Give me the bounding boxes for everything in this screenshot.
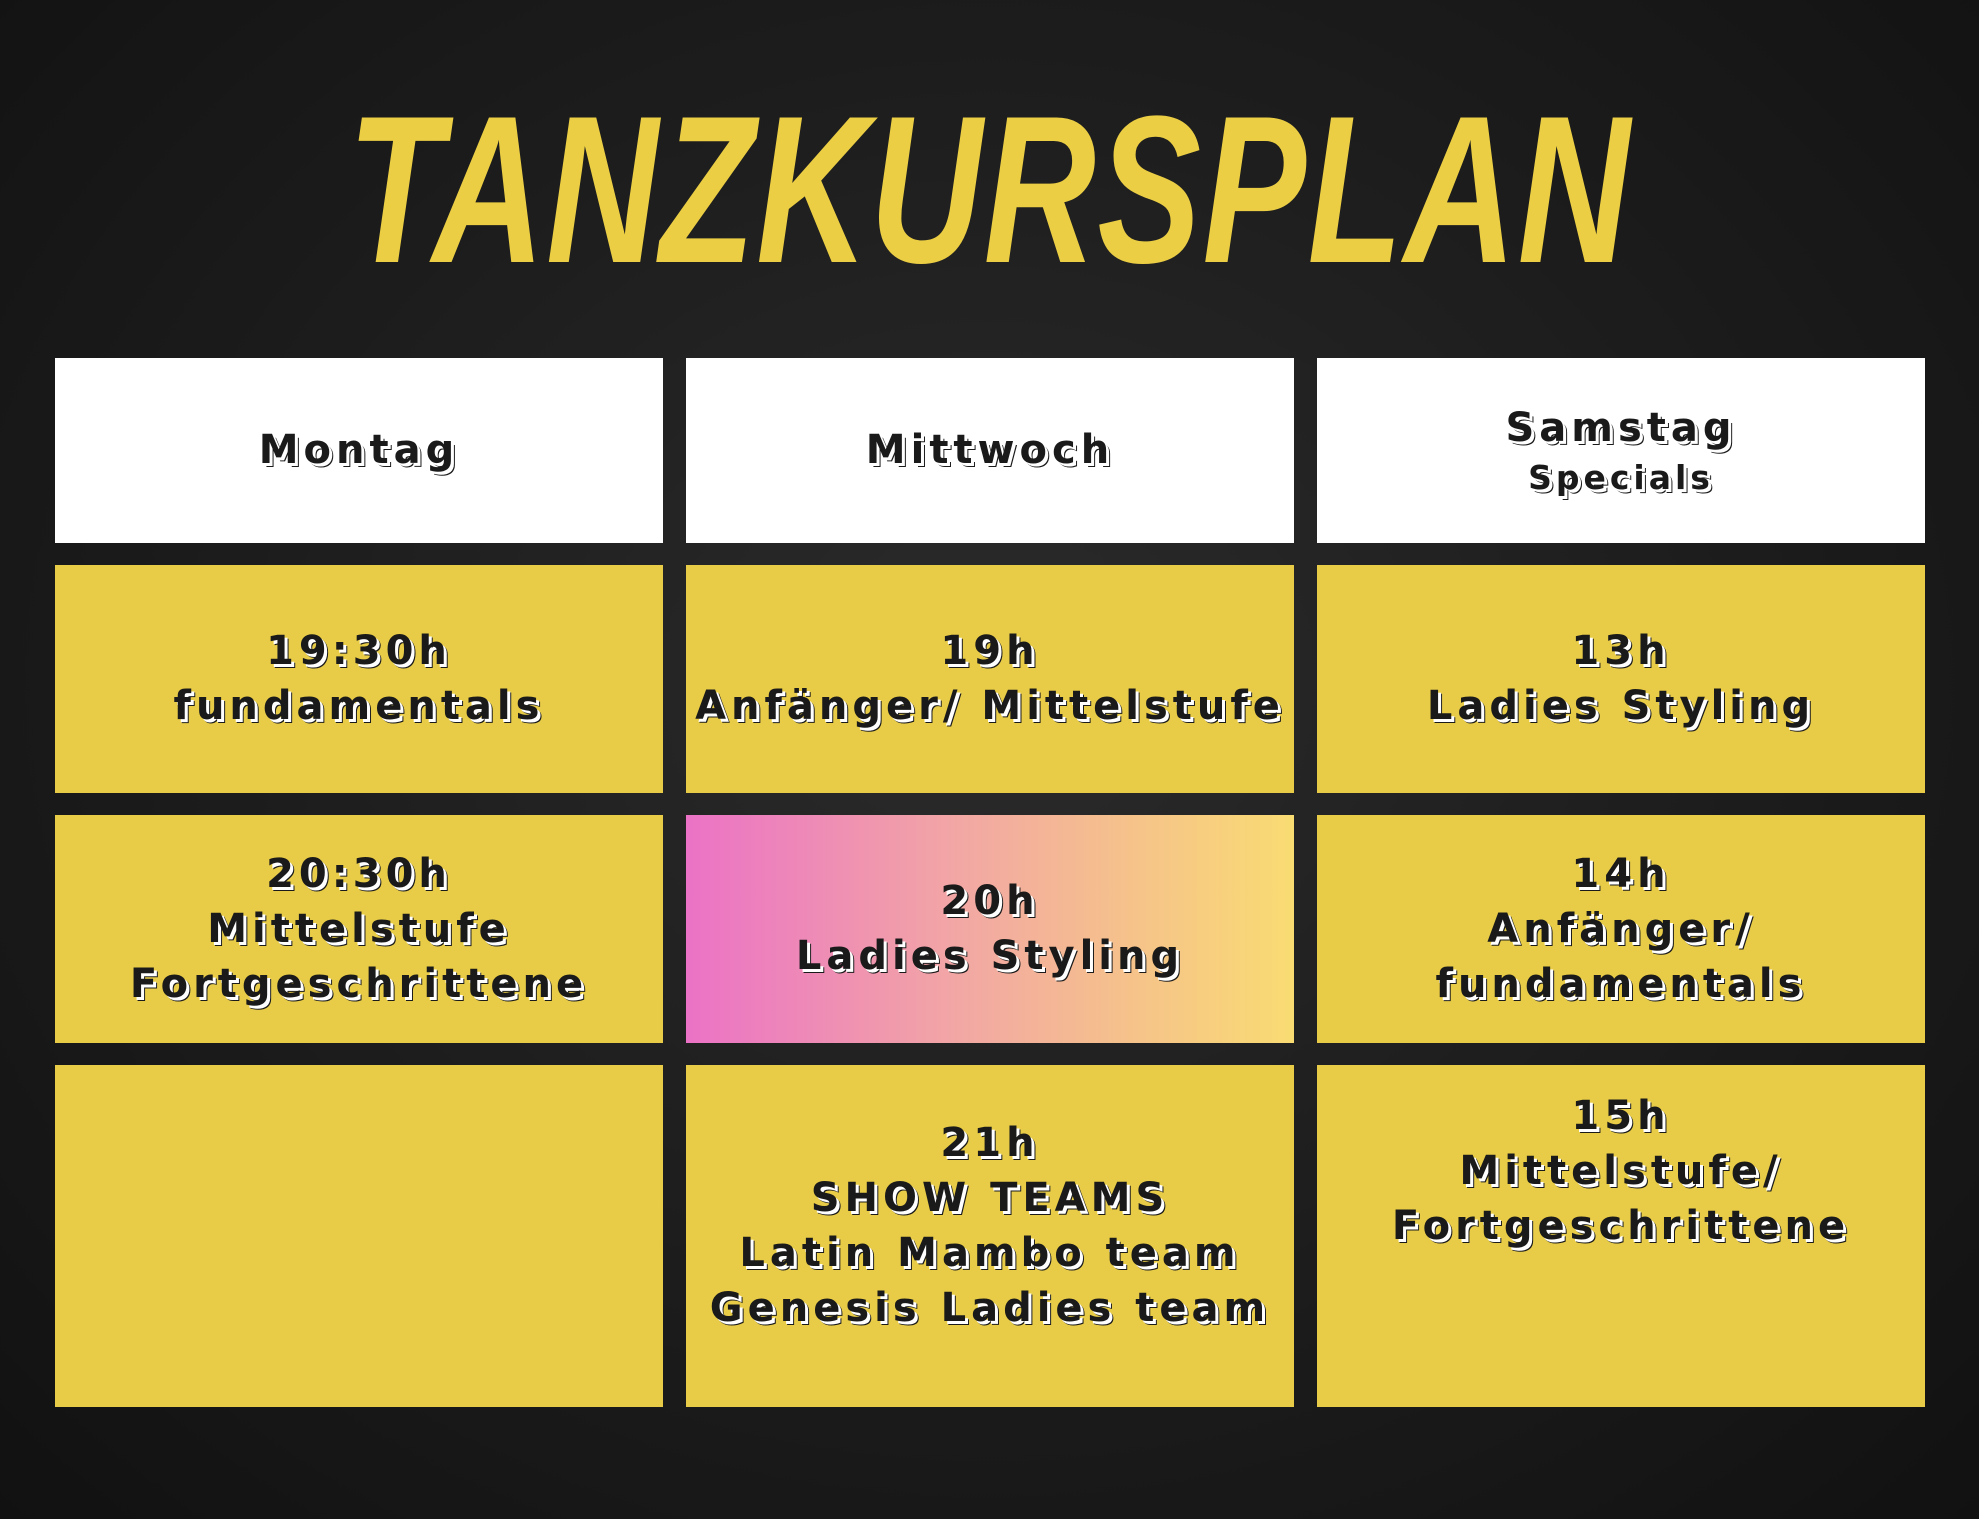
slot-course: Mittelstufe/ [1459, 1147, 1783, 1194]
samstag-slot-3: 15h Mittelstufe/ Fortgeschrittene [1317, 1065, 1925, 1407]
mittwoch-slot-3: 21h SHOW TEAMS Latin Mambo team Genesis … [686, 1065, 1294, 1407]
montag-slot-1: 19:30h fundamentals [55, 565, 663, 793]
slot-course: fundamentals [173, 683, 545, 729]
slot-course: Mittelstufe [207, 905, 511, 952]
page-title: TANZKURSPLAN [347, 72, 1632, 307]
slot-course: Anfänger/ Mittelstufe [695, 683, 1285, 729]
slot-content: 21h SHOW TEAMS Latin Mambo team Genesis … [710, 1116, 1270, 1336]
header-samstag-sublabel: Specials [1528, 458, 1714, 497]
slot-content: 15h Mittelstufe/ Fortgeschrittene [1392, 1089, 1850, 1364]
header-mittwoch: Mittwoch [686, 358, 1294, 543]
header-montag: Montag [55, 358, 663, 543]
mittwoch-slot-2-highlight: 20h Ladies Styling [686, 815, 1294, 1043]
montag-slot-3-empty [55, 1065, 663, 1407]
header-montag-label: Montag [258, 427, 460, 473]
mittwoch-slot-1: 19h Anfänger/ Mittelstufe [686, 565, 1294, 793]
slot-course-2: Fortgeschrittene [129, 960, 589, 1007]
header-samstag: Samstag Specials [1317, 358, 1925, 543]
slot-course: Ladies Styling [1426, 683, 1816, 729]
slot-course: Anfänger/ [1487, 905, 1755, 952]
samstag-slot-2: 14h Anfänger/ fundamentals [1317, 815, 1925, 1043]
slot-time: 19:30h [266, 628, 452, 674]
slot-time: 14h [1571, 850, 1671, 897]
slot-course: Ladies Styling [795, 933, 1185, 979]
slot-time: 21h [940, 1120, 1040, 1166]
slot-time: 15h [1571, 1092, 1671, 1139]
slot-course-3: Genesis Ladies team [709, 1285, 1271, 1331]
slot-time: 20:30h [266, 850, 452, 897]
slot-time: 20h [940, 878, 1040, 924]
slot-course-2: Latin Mambo team [739, 1230, 1241, 1276]
montag-slot-2: 20:30h Mittelstufe Fortgeschrittene [55, 815, 663, 1043]
slot-course: SHOW TEAMS [810, 1175, 1170, 1221]
slot-course-2: Fortgeschrittene [1391, 1202, 1851, 1249]
slot-course-2: fundamentals [1435, 960, 1807, 1007]
samstag-slot-1: 13h Ladies Styling [1317, 565, 1925, 793]
slot-time: 19h [940, 628, 1040, 674]
header-mittwoch-label: Mittwoch [865, 427, 1115, 473]
header-samstag-label: Samstag [1505, 405, 1737, 451]
slot-time: 13h [1571, 628, 1671, 674]
